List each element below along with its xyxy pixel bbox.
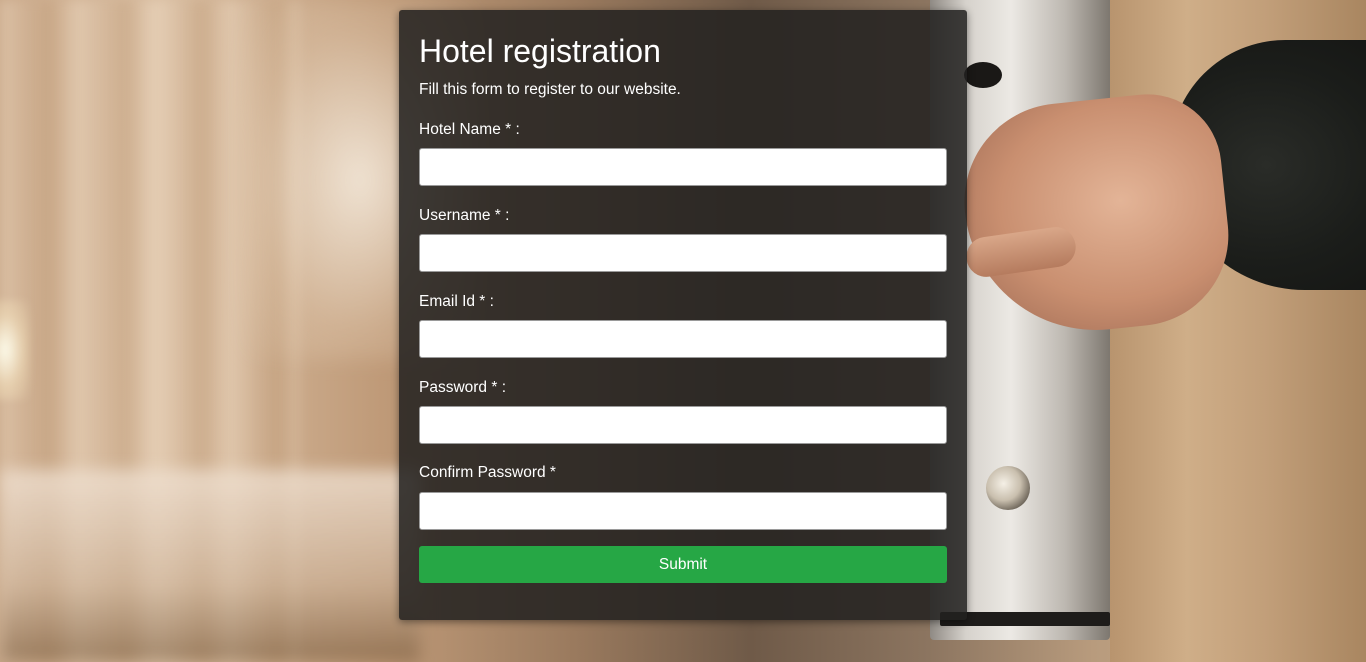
background-keyhole bbox=[986, 466, 1030, 510]
registration-card: Hotel registration Fill this form to reg… bbox=[399, 10, 967, 620]
background-card-slot bbox=[964, 62, 1002, 88]
username-label: Username * : bbox=[419, 207, 510, 224]
password-input[interactable] bbox=[419, 406, 947, 444]
hotel-name-label: Hotel Name * : bbox=[419, 121, 520, 138]
hotel-name-input[interactable] bbox=[419, 148, 947, 186]
background-bed bbox=[0, 470, 420, 662]
submit-button[interactable]: Submit bbox=[419, 546, 947, 583]
confirm-password-input[interactable] bbox=[419, 492, 947, 530]
username-input[interactable] bbox=[419, 234, 947, 272]
background-lamp bbox=[0, 300, 30, 400]
email-label: Email Id * : bbox=[419, 293, 494, 310]
password-label: Password * : bbox=[419, 379, 507, 396]
email-input[interactable] bbox=[419, 320, 947, 358]
confirm-password-label: Confirm Password * bbox=[419, 464, 556, 481]
form-subtitle: Fill this form to register to our websit… bbox=[419, 81, 681, 98]
form-title: Hotel registration bbox=[419, 33, 661, 69]
